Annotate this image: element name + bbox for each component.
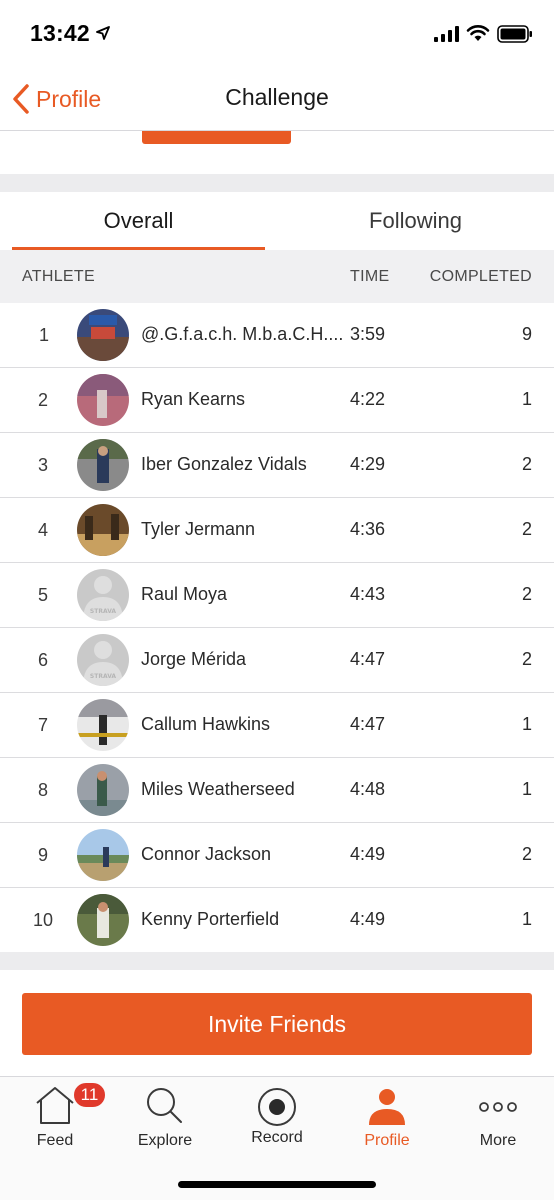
leaderboard-row[interactable]: 10 Kenny Porterfield 4:49 1	[0, 888, 554, 953]
row-time: 4:49	[350, 844, 386, 864]
search-icon	[147, 1088, 182, 1123]
challenge-action-button[interactable]	[142, 131, 291, 144]
row-rank: 10	[33, 910, 54, 930]
athlete-avatar[interactable]	[77, 439, 129, 491]
row-completed: 2	[521, 519, 532, 539]
row-rank: 7	[38, 715, 49, 735]
row-rank: 2	[38, 390, 49, 410]
column-header-athlete: ATHLETE	[22, 268, 95, 285]
profile-icon	[369, 1089, 405, 1125]
leaderboard-list: 1 @.G.f.a.c.h. M.b.a.C.H.... 3:59 9 2 Ry…	[0, 303, 554, 953]
athlete-name: @.G.f.a.c.h. M.b.a.C.H....	[141, 324, 344, 344]
athlete-avatar[interactable]	[77, 309, 129, 361]
leaderboard-row[interactable]: 5 STRAVA Raul Moya 4:43 2	[0, 563, 554, 628]
column-header-time: TIME	[350, 268, 390, 285]
leaderboard-row[interactable]: 3 Iber Gonzalez Vidals 4:29 2	[0, 433, 554, 498]
wifi-icon	[466, 25, 490, 41]
tab-explore-label: Explore	[137, 1132, 193, 1149]
athlete-name: Tyler Jermann	[141, 519, 256, 539]
leaderboard-row[interactable]: 8 Miles Weatherseed 4:48 1	[0, 758, 554, 823]
row-completed: 2	[521, 649, 532, 669]
leaderboard-row[interactable]: 6 STRAVA Jorge Mérida 4:47 2	[0, 628, 554, 693]
row-time: 4:47	[350, 649, 386, 669]
default-avatar-icon[interactable]: STRAVA	[77, 634, 129, 686]
more-icon	[479, 1102, 517, 1112]
tab-explore[interactable]: Explore	[110, 1077, 220, 1157]
row-completed: 1	[521, 909, 532, 929]
athlete-avatar[interactable]	[77, 699, 129, 751]
tab-more[interactable]: More	[443, 1077, 553, 1157]
row-time: 4:48	[350, 779, 386, 799]
row-completed: 1	[521, 779, 532, 799]
athlete-name: Connor Jackson	[141, 844, 272, 864]
section-divider	[0, 952, 554, 970]
tab-feed[interactable]: 11 Feed	[0, 1077, 110, 1157]
status-bar: 13:42	[0, 0, 554, 70]
athlete-name: Ryan Kearns	[141, 389, 246, 409]
row-time: 4:22	[350, 389, 386, 409]
row-rank: 6	[38, 650, 49, 670]
home-icon	[36, 1087, 74, 1124]
athlete-name: Raul Moya	[141, 584, 228, 604]
athlete-avatar[interactable]	[77, 374, 129, 426]
leaderboard-row[interactable]: 1 @.G.f.a.c.h. M.b.a.C.H.... 3:59 9	[0, 303, 554, 368]
athlete-name: Miles Weatherseed	[141, 779, 295, 799]
row-time: 4:36	[350, 519, 386, 539]
athlete-name: Callum Hawkins	[141, 714, 271, 734]
row-completed: 1	[521, 389, 532, 409]
athlete-avatar[interactable]	[77, 764, 129, 816]
row-time: 4:29	[350, 454, 386, 474]
status-time: 13:42	[30, 20, 90, 46]
leaderboard-row[interactable]: 4 Tyler Jermann 4:36 2	[0, 498, 554, 563]
row-rank: 3	[38, 455, 49, 475]
location-arrow-icon	[96, 26, 110, 40]
leaderboard-header: ATHLETE TIME COMPLETED	[0, 250, 554, 303]
tab-profile-label: Profile	[364, 1132, 410, 1149]
signal-icon	[434, 26, 459, 42]
row-rank: 9	[38, 845, 49, 865]
strava-placeholder-text: STRAVA	[90, 673, 117, 680]
row-time: 3:59	[350, 324, 386, 344]
leaderboard-tabs: Overall Following	[0, 192, 554, 250]
row-rank: 5	[38, 585, 49, 605]
row-time: 4:49	[350, 909, 386, 929]
athlete-name: Iber Gonzalez Vidals	[141, 454, 307, 474]
row-completed: 9	[521, 324, 532, 344]
tab-feed-label: Feed	[36, 1132, 74, 1149]
tab-record[interactable]: Record	[222, 1077, 332, 1157]
athlete-avatar[interactable]	[77, 504, 129, 556]
row-completed: 1	[521, 714, 532, 734]
row-time: 4:43	[350, 584, 386, 604]
leaderboard-row[interactable]: 2 Ryan Kearns 4:22 1	[0, 368, 554, 433]
record-icon	[258, 1088, 296, 1126]
battery-icon	[497, 25, 532, 43]
row-rank: 8	[38, 780, 49, 800]
row-time: 4:47	[350, 714, 386, 734]
leaderboard-row[interactable]: 9 Connor Jackson 4:49 2	[0, 823, 554, 888]
athlete-avatar[interactable]	[77, 894, 129, 946]
notification-badge: 11	[72, 1081, 107, 1109]
row-completed: 2	[521, 454, 532, 474]
navigation-bar: Profile Challenge	[0, 70, 554, 131]
leaderboard-row[interactable]: 7 Callum Hawkins 4:47 1	[0, 693, 554, 758]
home-indicator	[178, 1181, 376, 1188]
row-completed: 2	[521, 844, 532, 864]
row-rank: 4	[38, 520, 49, 540]
tab-record-label: Record	[251, 1129, 303, 1146]
tab-overall[interactable]: Overall	[12, 192, 265, 250]
athlete-name: Kenny Porterfield	[141, 909, 280, 929]
strava-placeholder-text: STRAVA	[90, 608, 117, 615]
athlete-name: Jorge Mérida	[141, 649, 247, 669]
tab-profile[interactable]: Profile	[332, 1077, 442, 1157]
page-title: Challenge	[225, 84, 329, 110]
row-completed: 2	[521, 584, 532, 604]
athlete-avatar[interactable]	[77, 829, 129, 881]
column-header-completed: COMPLETED	[429, 268, 532, 285]
default-avatar-icon[interactable]: STRAVA	[77, 569, 129, 621]
invite-friends-button[interactable]: Invite Friends	[22, 993, 532, 1055]
tab-following[interactable]: Following	[277, 192, 554, 250]
row-rank: 1	[39, 325, 50, 345]
section-divider	[0, 174, 554, 192]
tab-more-label: More	[479, 1132, 517, 1149]
